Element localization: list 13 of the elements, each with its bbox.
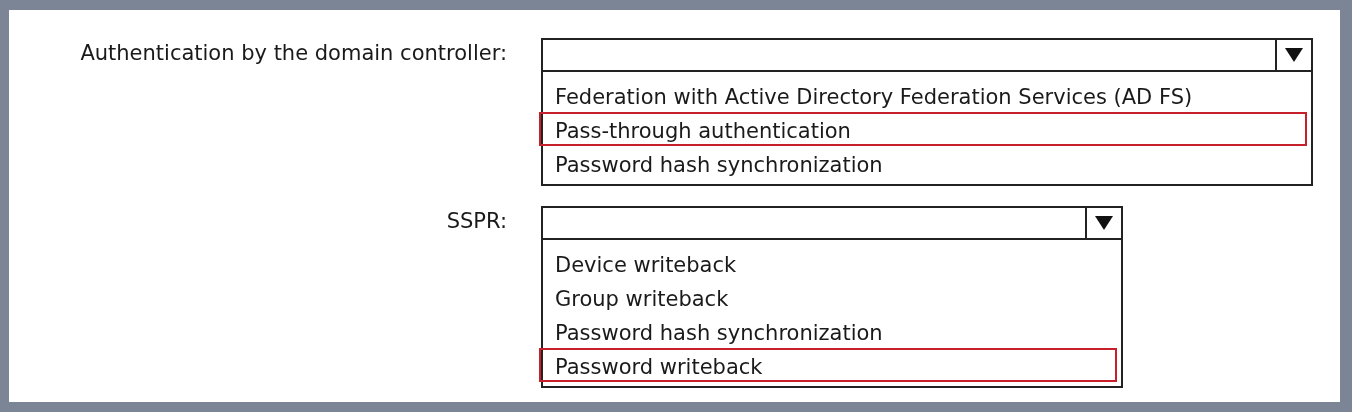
dropdown-option[interactable]: Password hash synchronization <box>539 314 1117 348</box>
dropdown-arrow-icon <box>1285 48 1303 62</box>
dropdown-option[interactable]: Device writeback <box>539 246 1117 280</box>
dropdown-arrow-icon <box>1095 216 1113 230</box>
dropdown-option[interactable]: Pass-through authentication <box>539 112 1307 146</box>
dropdown-field[interactable] <box>541 38 1313 72</box>
dropdown-option[interactable]: Group writeback <box>539 280 1117 314</box>
dropdown-option[interactable]: Password writeback <box>539 348 1117 382</box>
dropdown-option[interactable]: Federation with Active Directory Federation Services (AD FS) <box>539 78 1307 112</box>
question-label: Authentication by the domain controller: <box>79 40 507 65</box>
question-label: SSPR: <box>445 208 507 233</box>
dropdown-option[interactable]: Password hash synchronization <box>539 146 1307 180</box>
dropdown-field[interactable] <box>541 206 1123 240</box>
